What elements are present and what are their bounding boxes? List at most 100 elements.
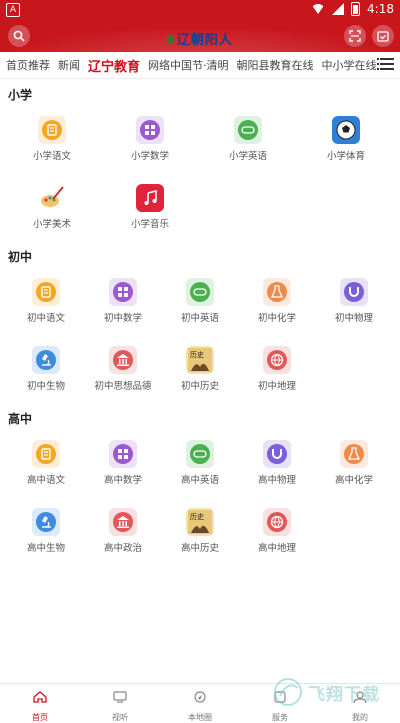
subject-label: 初中地理 xyxy=(257,381,296,392)
subject-item[interactable]: 初中英语 xyxy=(160,278,240,324)
subject-item[interactable]: 初中地理 xyxy=(237,346,317,392)
subject-label: 小学音乐 xyxy=(130,219,169,230)
tv-icon xyxy=(113,691,127,703)
tab-recommend[interactable]: 首页推荐 xyxy=(6,57,50,73)
tab-school-online[interactable]: 中小学在线 xyxy=(322,57,377,73)
subject-item[interactable]: 高中化学 xyxy=(314,440,394,486)
section-title: 小学 xyxy=(8,88,33,102)
channel-menu-button[interactable] xyxy=(377,58,394,70)
subject-item[interactable]: 初中化学 xyxy=(237,278,317,324)
subject-label: 高中地理 xyxy=(257,543,296,554)
subject-label: 高中历史 xyxy=(180,543,219,554)
signal-icon xyxy=(332,3,345,15)
subject-item[interactable]: 高中生物 xyxy=(6,508,86,554)
section-title: 高中 xyxy=(8,412,33,426)
math-grid-icon xyxy=(109,440,137,468)
subject-item[interactable]: 初中生物 xyxy=(6,346,86,392)
subject-label: 高中数学 xyxy=(103,475,142,486)
globe-icon xyxy=(263,346,291,374)
subject-label: 初中思想品德 xyxy=(94,381,152,392)
magnet-icon xyxy=(340,278,368,306)
subject-label: 初中物理 xyxy=(334,313,373,324)
building-icon xyxy=(109,508,137,536)
subject-label: 小学美术 xyxy=(32,219,71,230)
subject-item[interactable]: 小学语文 xyxy=(12,116,92,162)
home-icon xyxy=(33,691,47,703)
english-abc-icon xyxy=(186,440,214,468)
tab-qingming[interactable]: 网络中国节·清明 xyxy=(148,57,229,73)
subject-label: 初中英语 xyxy=(180,313,219,324)
subject-item[interactable]: 小学数学 xyxy=(110,116,190,162)
section-title: 初中 xyxy=(8,250,33,264)
subject-label: 高中英语 xyxy=(180,475,219,486)
english-abc-icon xyxy=(186,278,214,306)
microscope-icon xyxy=(32,346,60,374)
flask-icon xyxy=(263,278,291,306)
subject-label: 高中政治 xyxy=(103,543,142,554)
subject-item[interactable]: 初中物理 xyxy=(314,278,394,324)
subject-label: 初中数学 xyxy=(103,313,142,324)
subject-item[interactable]: 高中英语 xyxy=(160,440,240,486)
flask-icon xyxy=(340,440,368,468)
notification-icon: A xyxy=(6,3,20,17)
math-grid-icon xyxy=(136,116,164,144)
app-header: ❦辽朝阳人 xyxy=(0,20,400,52)
subject-item[interactable]: 历史 初中历史 xyxy=(160,346,240,392)
scan-button[interactable] xyxy=(344,25,366,47)
subject-label: 高中语文 xyxy=(26,475,65,486)
chinese-book-icon xyxy=(38,116,66,144)
subject-item[interactable]: 高中物理 xyxy=(237,440,317,486)
building-icon xyxy=(109,346,137,374)
chinese-book-icon xyxy=(32,278,60,306)
subject-label: 小学数学 xyxy=(130,151,169,162)
app-logo: ❦辽朝阳人 xyxy=(165,33,233,48)
soccer-ball-icon xyxy=(332,116,360,144)
scan-icon xyxy=(349,30,361,42)
watermark-logo: 飞翔下载 xyxy=(274,676,394,708)
english-abc-icon xyxy=(234,116,262,144)
chinese-book-icon xyxy=(32,440,60,468)
svg-text:历史: 历史 xyxy=(190,512,204,521)
paint-palette-icon xyxy=(38,184,66,212)
subject-item[interactable]: 高中地理 xyxy=(237,508,317,554)
subject-label: 小学体育 xyxy=(326,151,365,162)
battery-icon xyxy=(351,2,361,16)
subject-item[interactable]: 初中思想品德 xyxy=(83,346,163,392)
subject-label: 初中生物 xyxy=(26,381,65,392)
subject-label: 初中化学 xyxy=(257,313,296,324)
globe-icon xyxy=(263,508,291,536)
subject-item[interactable]: 高中语文 xyxy=(6,440,86,486)
subject-label: 高中化学 xyxy=(334,475,373,486)
subject-item[interactable]: 小学体育 xyxy=(306,116,386,162)
nav-media[interactable]: 视听 xyxy=(90,688,150,723)
subject-item[interactable]: 初中语文 xyxy=(6,278,86,324)
tab-liaoning-education[interactable]: 辽宁教育 xyxy=(88,56,140,75)
channel-tabs: 首页推荐 新闻 辽宁教育 网络中国节·清明 朝阳县教育在线 中小学在线 xyxy=(0,52,400,79)
nav-home[interactable]: 首页 xyxy=(10,688,70,723)
svg-text:历史: 历史 xyxy=(190,350,204,359)
subject-item[interactable]: 历史 高中历史 xyxy=(160,508,240,554)
history-book-icon: 历史 xyxy=(186,346,214,374)
subject-item[interactable]: 小学英语 xyxy=(208,116,288,162)
calendar-check-icon xyxy=(377,31,389,42)
subject-label: 初中语文 xyxy=(26,313,65,324)
location-icon xyxy=(194,691,206,703)
subject-item[interactable]: 高中数学 xyxy=(83,440,163,486)
wifi-icon xyxy=(311,4,326,14)
subject-label: 小学语文 xyxy=(32,151,71,162)
checkin-button[interactable] xyxy=(372,25,394,47)
subject-item[interactable]: 高中政治 xyxy=(83,508,163,554)
subject-label: 初中历史 xyxy=(180,381,219,392)
search-button[interactable] xyxy=(8,25,30,47)
nav-local[interactable]: 本地圈 xyxy=(170,688,230,723)
tab-chaoyang-education[interactable]: 朝阳县教育在线 xyxy=(237,57,314,73)
subject-item[interactable]: 初中数学 xyxy=(83,278,163,324)
music-note-icon xyxy=(136,184,164,212)
status-bar: A 4:18 xyxy=(0,0,400,20)
subject-item[interactable]: 小学音乐 xyxy=(110,184,190,230)
subject-label: 高中生物 xyxy=(26,543,65,554)
status-time: 4:18 xyxy=(367,2,394,16)
history-book-icon: 历史 xyxy=(186,508,214,536)
tab-news[interactable]: 新闻 xyxy=(58,57,80,73)
subject-item[interactable]: 小学美术 xyxy=(12,184,92,230)
